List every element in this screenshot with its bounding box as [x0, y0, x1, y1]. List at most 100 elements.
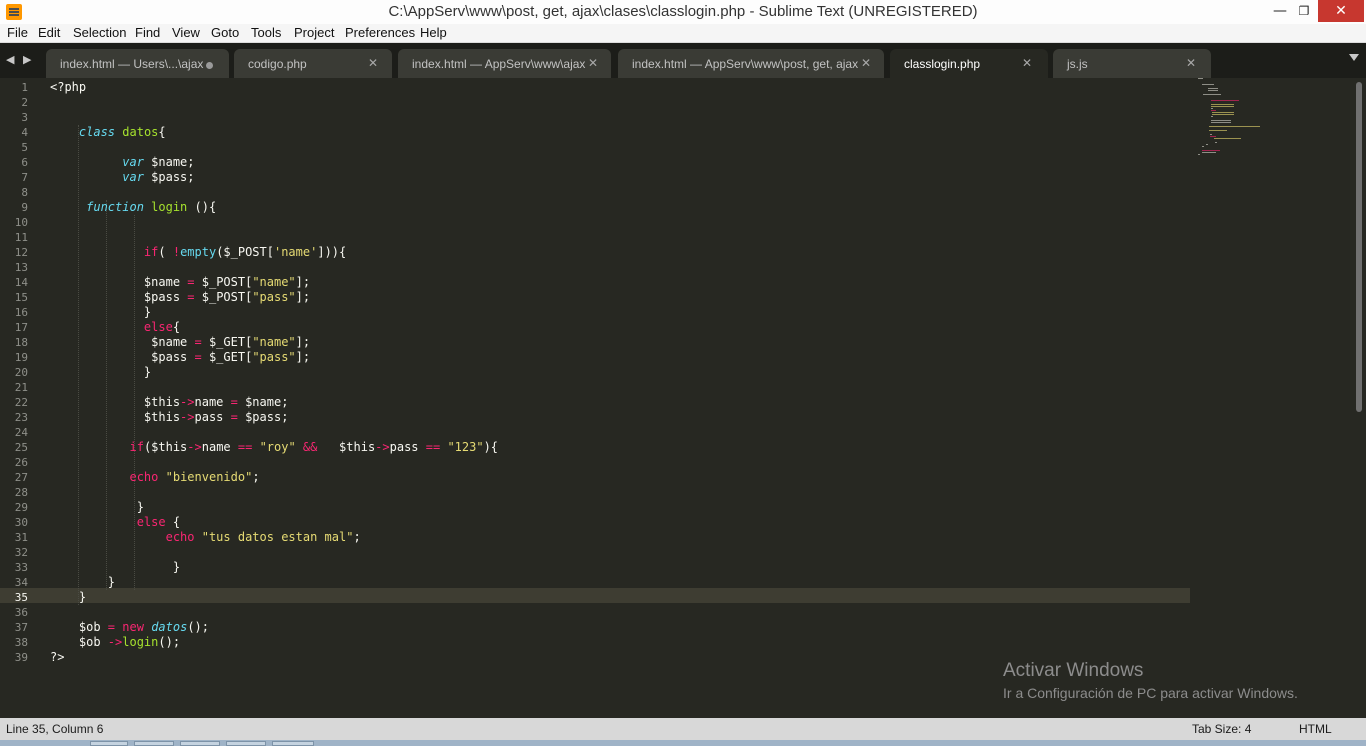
minimap-line	[1202, 146, 1204, 147]
code-line[interactable]: else {	[50, 515, 180, 530]
tab-close-icon[interactable]: ✕	[861, 56, 871, 70]
taskbar-button[interactable]	[272, 741, 314, 746]
menu-selection[interactable]: Selection	[73, 25, 126, 40]
tab-bar: ◀ ▶ index.html — Users\...\ajax codigo.p…	[0, 43, 1366, 78]
menu-find[interactable]: Find	[135, 25, 160, 40]
line-number: 23	[14, 411, 28, 424]
tab-index-html-users-ajax[interactable]: index.html — Users\...\ajax	[46, 49, 229, 78]
tab-prev-icon[interactable]: ◀	[6, 53, 14, 66]
menu-project[interactable]: Project	[294, 25, 334, 40]
taskbar-button[interactable]	[134, 741, 174, 746]
code-line[interactable]: $ob = new datos();	[50, 620, 209, 635]
line-number: 33	[14, 561, 28, 574]
tab-index-html-appserv-ajax[interactable]: index.html — AppServ\www\ajax ✕	[398, 49, 611, 78]
window-title: C:\AppServ\www\post, get, ajax\clases\cl…	[388, 3, 978, 20]
code-line[interactable]: $ob ->login();	[50, 635, 180, 650]
line-number: 7	[21, 171, 28, 184]
code-line[interactable]: }	[50, 500, 144, 515]
menu-goto[interactable]: Goto	[211, 25, 239, 40]
line-number: 38	[14, 636, 28, 649]
status-bar: Line 35, Column 6 Tab Size: 4 HTML	[0, 718, 1366, 740]
taskbar-button[interactable]	[90, 741, 128, 746]
code-line[interactable]: $pass = $_GET["pass"];	[50, 350, 310, 365]
code-line[interactable]: else{	[50, 320, 180, 335]
code-line[interactable]: var $name;	[50, 155, 194, 170]
cursor-position: Line 35, Column 6	[6, 722, 104, 736]
line-number: 5	[21, 141, 28, 154]
menu-tools[interactable]: Tools	[251, 25, 281, 40]
minimap-line	[1212, 112, 1234, 113]
close-button[interactable]: ✕	[1318, 0, 1364, 22]
line-number: 17	[14, 321, 28, 334]
code-line[interactable]: }	[50, 590, 86, 605]
code-line[interactable]: <?php	[50, 80, 86, 95]
code-line[interactable]: function login (){	[50, 200, 216, 215]
tab-classlogin-php[interactable]: classlogin.php ✕	[890, 49, 1048, 78]
tab-close-icon[interactable]: ✕	[1022, 56, 1032, 70]
menu-file[interactable]: File	[7, 25, 28, 40]
syntax-selector[interactable]: HTML	[1299, 722, 1332, 736]
scrollbar-thumb[interactable]	[1356, 82, 1362, 412]
code-line[interactable]: echo "tus datos estan mal";	[50, 530, 361, 545]
code-line[interactable]: }	[50, 560, 180, 575]
code-line[interactable]: }	[50, 305, 151, 320]
tab-close-icon[interactable]: ✕	[588, 56, 598, 70]
minimap-line	[1215, 142, 1217, 143]
taskbar-button[interactable]	[180, 741, 220, 746]
code-line[interactable]: $this->name = $name;	[50, 395, 289, 410]
taskbar-button[interactable]	[226, 741, 266, 746]
code-line[interactable]: ?>	[50, 650, 64, 665]
line-number: 13	[14, 261, 28, 274]
code-line[interactable]: }	[50, 365, 151, 380]
line-number: 2	[21, 96, 28, 109]
minimap-line	[1206, 144, 1208, 145]
line-number: 32	[14, 546, 28, 559]
tab-close-icon[interactable]: ✕	[368, 56, 378, 70]
tab-codigo-php[interactable]: codigo.php ✕	[234, 49, 392, 78]
minimap[interactable]	[1198, 78, 1278, 158]
line-number: 35	[14, 591, 28, 604]
minimap-line	[1211, 104, 1234, 105]
code-line[interactable]: if( !empty($_POST['name'])){	[50, 245, 346, 260]
code-editor[interactable]: 1 2 3 4 5 6 7 8 9 10 11 12 13 14 15 16 17 18 19 20 21 22 23 24 2…	[0, 78, 1352, 718]
title-bar: C:\AppServ\www\post, get, ajax\clases\cl…	[0, 0, 1366, 24]
line-number: 37	[14, 621, 28, 634]
minimap-line	[1211, 120, 1231, 121]
vertical-scrollbar[interactable]	[1352, 78, 1366, 718]
tab-js-js[interactable]: js.js ✕	[1053, 49, 1211, 78]
minimap-line	[1210, 134, 1212, 135]
tab-list-dropdown-icon[interactable]	[1349, 54, 1359, 61]
minimap-line	[1211, 110, 1216, 111]
line-number: 12	[14, 246, 28, 259]
code-line[interactable]: var $pass;	[50, 170, 194, 185]
menu-edit[interactable]: Edit	[38, 25, 60, 40]
line-number: 15	[14, 291, 28, 304]
code-line[interactable]: echo "bienvenido";	[50, 470, 259, 485]
line-number: 27	[14, 471, 28, 484]
code-line[interactable]: if($this->name == "roy" && $this->pass =…	[50, 440, 498, 455]
maximize-button[interactable]: ❐	[1290, 0, 1318, 22]
code-line[interactable]: $name = $_GET["name"];	[50, 335, 310, 350]
code-line[interactable]: }	[50, 575, 115, 590]
menu-preferences[interactable]: Preferences	[345, 25, 415, 40]
line-number: 4	[21, 126, 28, 139]
code-line[interactable]: $this->pass = $pass;	[50, 410, 289, 425]
line-number: 22	[14, 396, 28, 409]
line-number: 18	[14, 336, 28, 349]
code-line[interactable]: $name = $_POST["name"];	[50, 275, 310, 290]
line-number: 3	[21, 111, 28, 124]
minimap-line	[1209, 130, 1227, 131]
taskbar	[0, 740, 1366, 746]
menu-view[interactable]: View	[172, 25, 200, 40]
tab-close-icon[interactable]: ✕	[1186, 56, 1196, 70]
code-line[interactable]: class datos{	[50, 125, 166, 140]
tab-index-html-post-get-ajax[interactable]: index.html — AppServ\www\post, get, ajax…	[618, 49, 884, 78]
modified-dot-icon[interactable]	[206, 62, 213, 69]
tab-next-icon[interactable]: ▶	[23, 53, 31, 66]
menu-help[interactable]: Help	[420, 25, 447, 40]
tab-size-selector[interactable]: Tab Size: 4	[1192, 722, 1251, 736]
line-number: 9	[21, 201, 28, 214]
code-line[interactable]: $pass = $_POST["pass"];	[50, 290, 310, 305]
tab-label: index.html — AppServ\www\post, get, ajax	[632, 57, 859, 71]
minimap-line	[1211, 116, 1213, 117]
